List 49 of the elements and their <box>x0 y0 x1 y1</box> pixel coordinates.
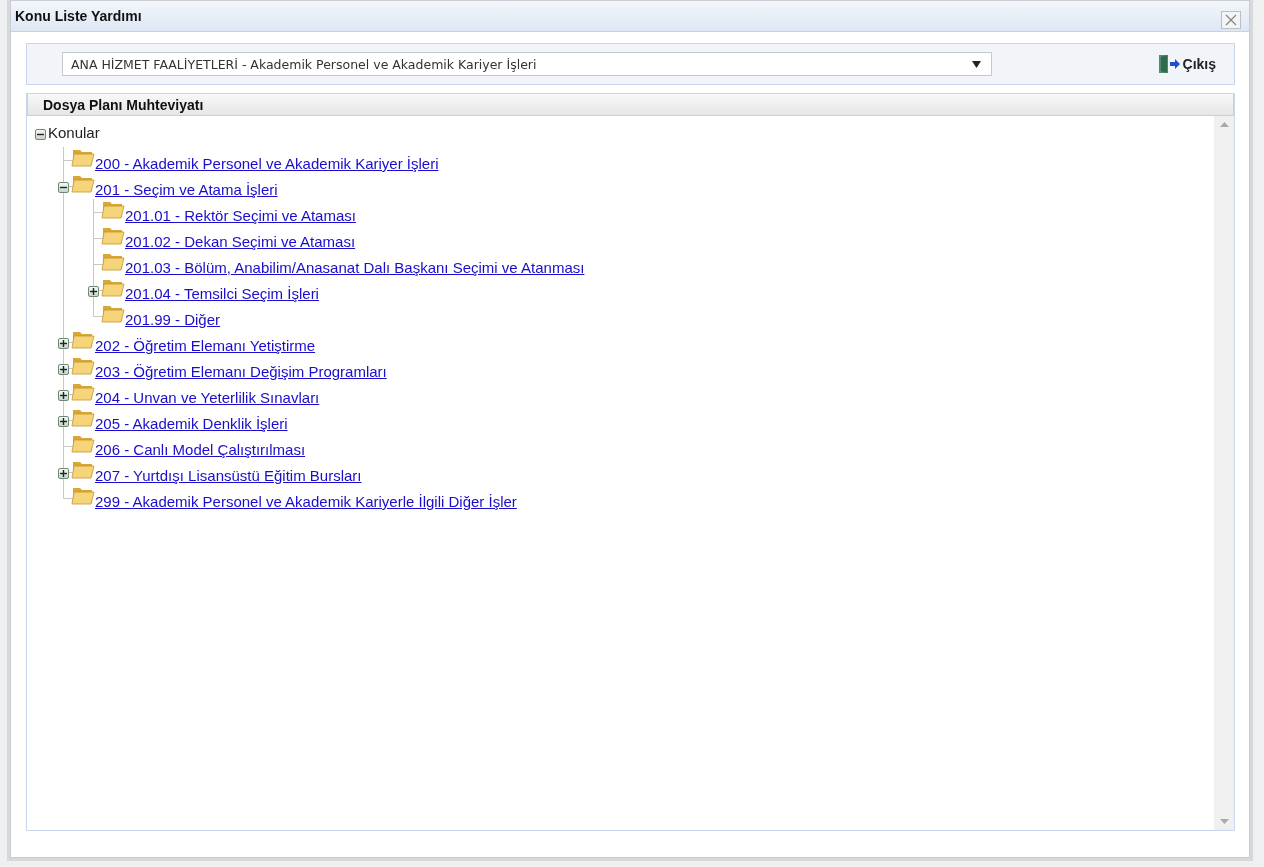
exit-button[interactable]: Çıkış <box>1151 52 1220 76</box>
plus-icon <box>89 287 97 295</box>
folder-icon <box>101 251 125 273</box>
topic-link[interactable]: 201.02 - Dekan Seçimi ve Ataması <box>125 233 356 251</box>
folder-icon <box>101 225 125 247</box>
close-button[interactable] <box>1221 11 1241 29</box>
folder-icon <box>101 303 125 325</box>
window-title: Konu Liste Yardımı <box>15 8 142 24</box>
topic-link[interactable]: 201.01 - Rektör Seçimi ve Ataması <box>125 207 356 225</box>
plus-icon <box>59 339 67 347</box>
panel-title: Dosya Planı Muhteviyatı <box>43 96 204 113</box>
folder-icon <box>101 199 125 221</box>
collapse-toggle[interactable] <box>57 181 69 193</box>
topic-link[interactable]: 200 - Akademik Personel ve Akademik Kariyer İşleri <box>95 155 439 173</box>
plus-icon <box>59 365 67 373</box>
expand-toggle[interactable] <box>57 415 69 427</box>
folder-icon <box>71 329 95 351</box>
tree-root-label[interactable]: Konular <box>46 123 100 141</box>
expand-toggle[interactable] <box>57 363 69 375</box>
expand-toggle[interactable] <box>87 285 99 297</box>
expand-toggle[interactable] <box>57 389 69 401</box>
topic-link[interactable]: 204 - Unvan ve Yeterlilik Sınavları <box>95 389 320 407</box>
folder-icon <box>71 459 95 481</box>
folder-icon <box>101 277 125 299</box>
folder-icon <box>71 407 95 429</box>
topic-link[interactable]: 203 - Öğretim Elemanı Değişim Programları <box>95 363 387 381</box>
plus-icon <box>59 417 67 425</box>
folder-icon <box>71 355 95 377</box>
collapse-toggle[interactable] <box>35 128 46 140</box>
topic-link[interactable]: 202 - Öğretim Elemanı Yetiştirme <box>95 337 316 355</box>
expand-toggle[interactable] <box>57 467 69 479</box>
topic-link[interactable]: 201.04 - Temsilci Seçim İşleri <box>125 285 319 303</box>
topic-link[interactable]: 201.99 - Diğer <box>125 311 221 329</box>
folder-icon <box>71 433 95 455</box>
topic-link[interactable]: 205 - Akademik Denklik İşleri <box>95 415 288 433</box>
expand-toggle[interactable] <box>57 337 69 349</box>
topic-link[interactable]: 299 - Akademik Personel ve Akademik Kariyerle İlgili Diğer İşler <box>95 493 517 511</box>
folder-icon <box>71 147 95 169</box>
plus-icon <box>59 469 67 477</box>
plus-icon <box>59 391 67 399</box>
folder-icon <box>71 173 95 195</box>
topic-link[interactable]: 201 - Seçim ve Atama İşleri <box>95 181 278 199</box>
topic-link[interactable]: 207 - Yurtdışı Lisansüstü Eğitim Bursları <box>95 467 362 485</box>
topic-link[interactable]: 206 - Canlı Model Çalıştırılması <box>95 441 306 459</box>
dropdown-caret-icon <box>972 60 981 68</box>
topic-link[interactable]: 201.03 - Bölüm, Anabilim/Anasanat Dalı Başkanı Seçimi ve Atanması <box>125 259 585 277</box>
folder-icon <box>71 381 95 403</box>
category-select[interactable]: ANA HİZMET FAALİYETLERİ - Akademik Personel ve Akademik Kariyer İşleri <box>62 52 992 76</box>
folder-icon <box>71 485 95 507</box>
